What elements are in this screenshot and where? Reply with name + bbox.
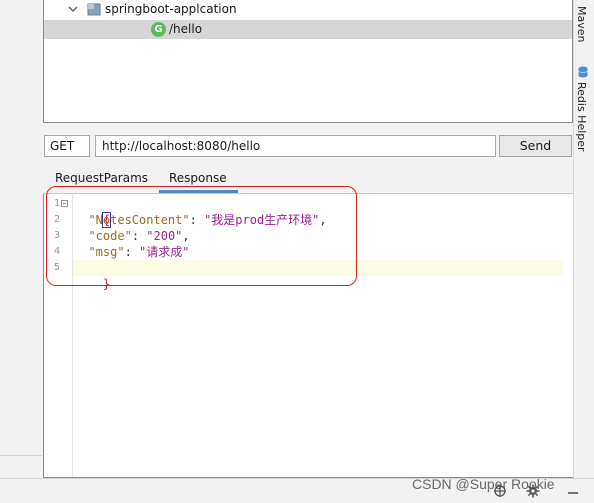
minimize-icon[interactable] xyxy=(566,484,580,498)
maven-tool-button[interactable]: Maven xyxy=(575,6,588,42)
highlight-annotation xyxy=(46,186,357,286)
send-button[interactable]: Send xyxy=(499,135,572,157)
project-label: springboot-applcation xyxy=(105,2,237,16)
database-icon xyxy=(578,66,588,78)
endpoint-tree: springboot-applcation G /hello xyxy=(43,0,573,123)
chevron-down-icon[interactable] xyxy=(68,4,78,14)
watermark: CSDN @Super Rookie xyxy=(412,476,555,492)
package-icon xyxy=(87,3,101,16)
method-field[interactable]: GET xyxy=(44,135,90,157)
endpoint-label: /hello xyxy=(169,22,203,36)
redis-helper-tool-button[interactable]: Redis Helper xyxy=(575,82,588,152)
tree-row-project[interactable]: springboot-applcation xyxy=(44,0,572,19)
url-input[interactable]: http://localhost:8080/hello xyxy=(95,135,496,157)
get-method-icon: G xyxy=(151,22,166,37)
left-tool-strip xyxy=(0,0,42,503)
tree-row-endpoint[interactable]: G /hello xyxy=(44,20,572,39)
divider xyxy=(0,455,42,456)
